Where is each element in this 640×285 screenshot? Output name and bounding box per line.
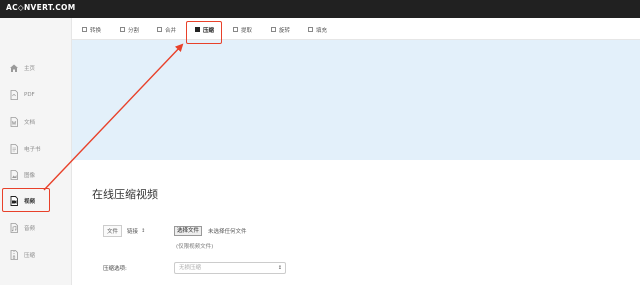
source-type-select[interactable]: 文件 链接 ↕ [103,225,145,237]
tab-checkbox-icon [308,27,313,32]
page-title: 在线压缩视频 [92,188,158,201]
tab-checkbox-icon [82,27,87,32]
compression-option-label: 压缩选项: [103,266,127,272]
source-type-file[interactable]: 文件 [103,225,123,237]
compression-option-select[interactable]: 无损压缩 ↕ [174,262,286,274]
document-icon [9,117,19,127]
home-icon [9,63,19,73]
sidebar-item-document[interactable]: 文档 [0,111,72,133]
tab-convert[interactable]: 转换 [82,23,101,36]
highlight-box-compress-tab [186,21,222,44]
tab-fill[interactable]: 填充 [308,23,327,36]
archive-icon [9,250,19,260]
pdf-icon [9,90,19,100]
image-icon [9,170,19,180]
choose-file-button[interactable]: 选择文件 [174,226,203,236]
sidebar-item-archive[interactable]: 压缩 [0,244,72,266]
operation-tab-bar: 转换 分割 合并 压缩 提取 旋转 填充 [72,18,640,40]
select-arrows-icon: ↕ [277,265,282,271]
tab-checkbox-icon [157,27,162,32]
highlight-box-video-item [2,188,50,212]
tab-checkbox-icon [233,27,238,32]
tab-extract[interactable]: 提取 [233,23,252,36]
sidebar-item-image[interactable]: 图像 [0,164,72,186]
tab-checkbox-icon [271,27,276,32]
source-type-link[interactable]: 链接 [127,227,138,235]
sidebar-item-pdf[interactable]: PDF [0,84,72,106]
sidebar-item-ebook[interactable]: 电子书 [0,138,72,160]
top-bar: AC◇NVERT.COM [0,0,640,18]
tab-rotate[interactable]: 旋转 [271,23,290,36]
site-logo[interactable]: AC◇NVERT.COM [6,3,76,12]
audio-icon [9,223,19,233]
compression-option-value: 无损压缩 [179,265,202,271]
tab-checkbox-icon [120,27,125,32]
file-status-text: 未选择任何文件 [208,229,247,235]
file-type-note: (仅限视频文件) [176,244,214,250]
ebook-icon [9,144,19,154]
tab-merge[interactable]: 合并 [157,23,176,36]
sidebar-item-home[interactable]: 主页 [0,57,72,79]
sidebar-item-audio[interactable]: 音频 [0,217,72,239]
tab-split[interactable]: 分割 [120,23,139,36]
select-arrows-icon: ↕ [141,228,146,234]
banner-area [72,40,640,160]
